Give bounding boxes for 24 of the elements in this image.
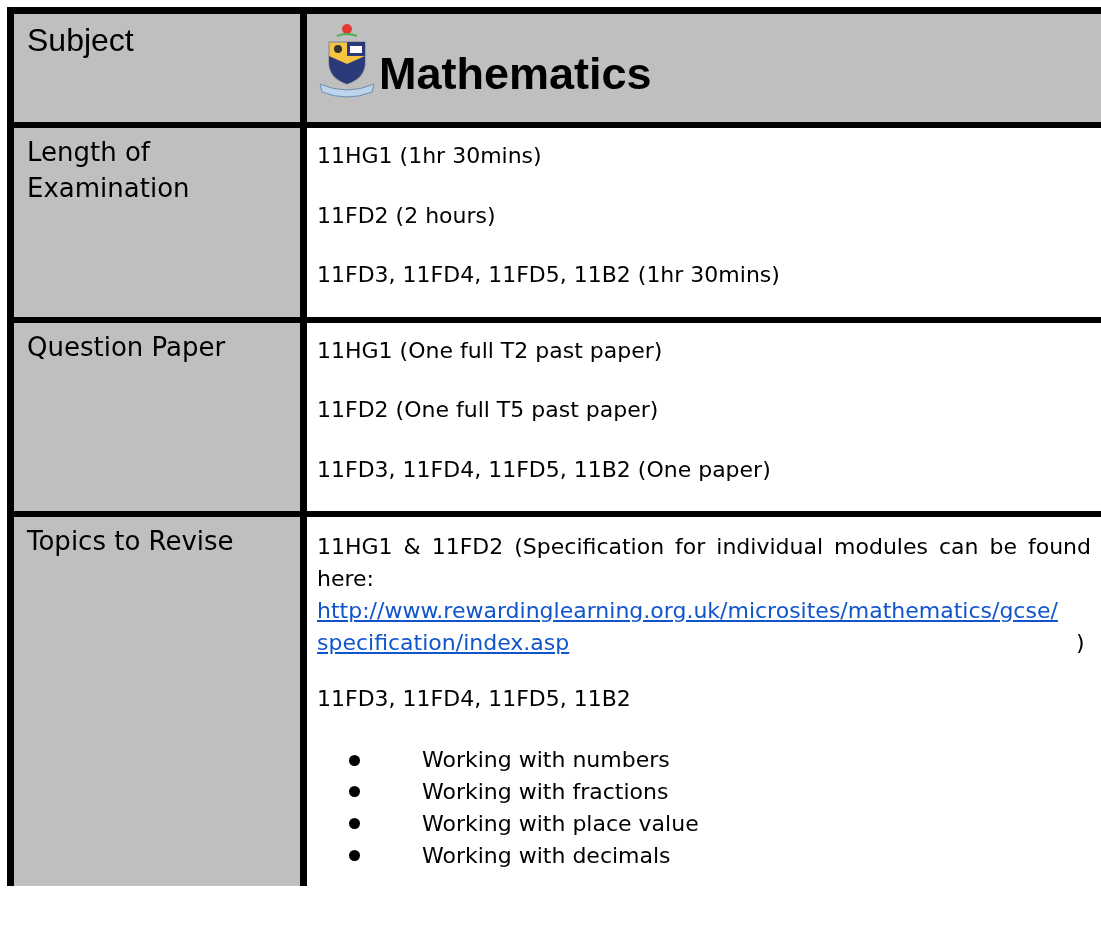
row-label: Question Paper [27, 330, 227, 364]
bullet-icon [349, 850, 360, 862]
bullet-icon [349, 754, 360, 766]
specification-link[interactable]: http://www.rewardinglearning.org.uk/microsites/mathematics/gcse/specification/index.asp [317, 594, 1069, 659]
closing-parenthesis: ) [1076, 629, 1085, 655]
cell-text: 11FD3, 11FD4, 11FD5, 11B2 (1hr 30mins) [317, 261, 781, 289]
cell-text: 11FD3, 11FD4, 11FD5, 11B2 [317, 684, 632, 713]
bullet-icon [349, 786, 360, 798]
cell-text: 11HG1 (1hr 30mins) [317, 142, 543, 170]
subject-title: Mathematics [379, 48, 652, 100]
list-item: Working with fractions [422, 777, 669, 806]
row-label: Length of Examination [27, 136, 191, 206]
list-item: Working with numbers [422, 746, 670, 775]
paragraph: 11HG1 & 11FD2 (Specification for individual modules can be found here: [317, 533, 1091, 593]
school-crest-icon [317, 22, 377, 98]
cell-text: 11FD3, 11FD4, 11FD5, 11B2 (One paper) [317, 455, 772, 483]
list-item: Working with decimals [422, 841, 671, 870]
cell-text: 11FD2 (One full T5 past paper) [317, 396, 660, 424]
row-label: Topics to Revise [27, 525, 235, 558]
header-label: Subject [27, 21, 135, 60]
cell-text: 11FD2 (2 hours) [317, 201, 497, 229]
bullet-icon [349, 818, 360, 830]
cell-text: 11HG1 (One full T2 past paper) [317, 336, 664, 364]
list-item: Working with place value [422, 809, 699, 838]
